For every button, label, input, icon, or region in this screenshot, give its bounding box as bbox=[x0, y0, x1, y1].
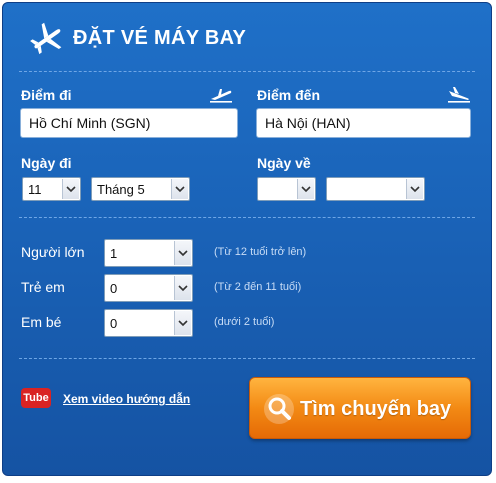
adult-age-note: (Từ 12 tuổi trở lên) bbox=[214, 246, 307, 258]
infant-label: Em bé bbox=[21, 314, 62, 330]
depart-date-label: Ngày đi bbox=[21, 155, 72, 171]
youtube-icon[interactable]: Tube bbox=[21, 388, 51, 408]
flight-booking-panel: ĐẶT VÉ MÁY BAY Điểm đi Hồ Chí Minh (SGN)… bbox=[2, 2, 492, 476]
depart-day-select[interactable]: 11 bbox=[22, 177, 81, 201]
from-label: Điểm đi bbox=[21, 87, 72, 103]
child-age-note: (Từ 2 đến 11 tuổi) bbox=[214, 281, 302, 293]
chevron-down-icon bbox=[178, 320, 188, 327]
search-icon bbox=[264, 394, 294, 424]
return-month-select[interactable] bbox=[326, 177, 425, 201]
chevron-down-icon bbox=[301, 186, 311, 193]
depart-month-select[interactable]: Tháng 5 bbox=[91, 177, 190, 201]
page-title: ĐẶT VÉ MÁY BAY bbox=[73, 27, 247, 49]
chevron-down-icon bbox=[410, 186, 420, 193]
infant-count-value: 0 bbox=[110, 316, 118, 331]
landing-icon bbox=[448, 87, 470, 103]
header-divider bbox=[19, 71, 475, 72]
to-label: Điểm đến bbox=[257, 87, 321, 103]
takeoff-icon bbox=[210, 89, 232, 103]
depart-day-value: 11 bbox=[28, 182, 42, 197]
chevron-down-icon bbox=[175, 186, 185, 193]
dates-divider bbox=[19, 217, 475, 218]
child-count-select[interactable]: 0 bbox=[104, 274, 193, 302]
to-input[interactable]: Hà Nội (HAN) bbox=[256, 108, 471, 138]
from-input[interactable]: Hồ Chí Minh (SGN) bbox=[20, 108, 238, 138]
infant-age-note: (dưới 2 tuổi) bbox=[214, 316, 275, 328]
return-date-label: Ngày về bbox=[257, 155, 311, 171]
airplane-icon bbox=[30, 22, 62, 55]
child-label: Trẻ em bbox=[21, 279, 65, 295]
chevron-down-icon bbox=[178, 250, 188, 257]
child-count-value: 0 bbox=[110, 281, 118, 296]
passengers-divider bbox=[19, 358, 475, 359]
infant-count-select[interactable]: 0 bbox=[104, 309, 193, 337]
panel-header: ĐẶT VÉ MÁY BAY bbox=[3, 3, 491, 73]
adult-label: Người lớn bbox=[21, 244, 85, 260]
adult-count-select[interactable]: 1 bbox=[104, 239, 193, 267]
adult-count-value: 1 bbox=[110, 246, 118, 261]
search-flights-label: Tìm chuyến bay bbox=[300, 398, 452, 420]
depart-month-value: Tháng 5 bbox=[97, 182, 145, 197]
search-flights-button[interactable]: Tìm chuyến bay bbox=[249, 377, 471, 439]
chevron-down-icon bbox=[178, 285, 188, 292]
video-guide-link[interactable]: Xem video hướng dẫn bbox=[63, 392, 190, 406]
chevron-down-icon bbox=[66, 186, 76, 193]
return-day-select[interactable] bbox=[257, 177, 316, 201]
